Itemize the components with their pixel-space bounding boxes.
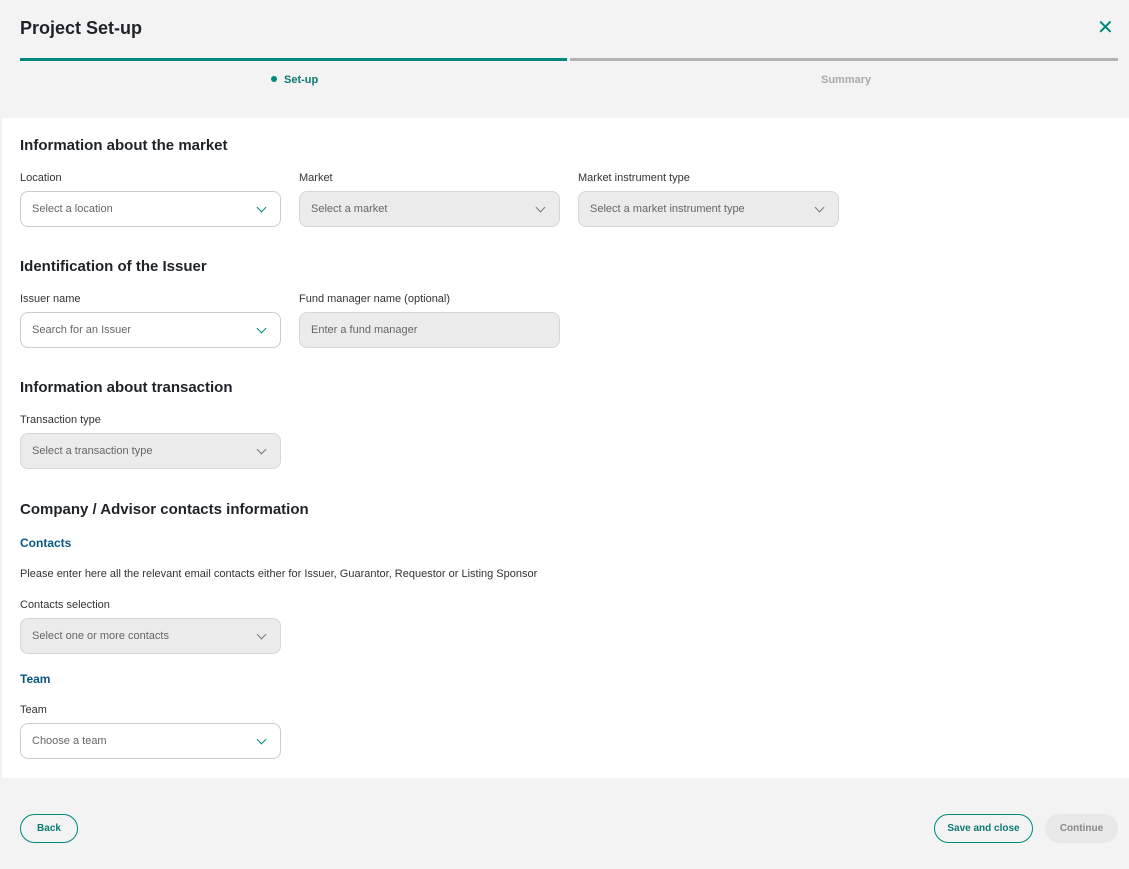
market-placeholder: Select a market xyxy=(311,203,388,215)
contacts-selection-label: Contacts selection xyxy=(20,599,110,611)
section-title-contacts: Company / Advisor contacts information xyxy=(20,501,309,518)
market-select[interactable]: Select a market xyxy=(299,191,560,227)
location-label: Location xyxy=(20,172,62,184)
step-progress-setup xyxy=(20,58,567,61)
back-button[interactable]: Back xyxy=(20,814,78,843)
market-label: Market xyxy=(299,172,333,184)
section-title-transaction: Information about transaction xyxy=(20,379,233,396)
instrument-type-select[interactable]: Select a market instrument type xyxy=(578,191,839,227)
page-title: Project Set-up xyxy=(20,18,143,38)
step-setup[interactable]: Set-up xyxy=(271,74,318,86)
contacts-description: Please enter here all the relevant email… xyxy=(20,568,538,580)
step-progress-summary xyxy=(570,58,1118,61)
location-placeholder: Select a location xyxy=(32,203,113,215)
continue-button[interactable]: Continue xyxy=(1045,814,1118,843)
step-summary[interactable]: Summary xyxy=(821,74,871,86)
issuer-label: Issuer name xyxy=(20,293,81,305)
fund-manager-placeholder: Enter a fund manager xyxy=(311,324,418,336)
chevron-down-icon xyxy=(814,202,825,212)
issuer-select[interactable]: Search for an Issuer xyxy=(20,312,281,348)
section-title-market: Information about the market xyxy=(20,137,228,154)
close-icon[interactable]: ✕ xyxy=(1097,18,1114,38)
instrument-label: Market instrument type xyxy=(578,172,690,184)
contacts-select[interactable]: Select one or more contacts xyxy=(20,618,281,654)
chevron-down-icon xyxy=(256,444,267,454)
active-dot-icon xyxy=(271,76,277,82)
fund-manager-label: Fund manager name (optional) xyxy=(299,293,451,305)
instrument-placeholder: Select a market instrument type xyxy=(590,203,745,215)
transaction-type-label: Transaction type xyxy=(20,414,101,426)
chevron-down-icon xyxy=(256,734,267,744)
location-select[interactable]: Select a location xyxy=(20,191,281,227)
subsection-contacts: Contacts xyxy=(20,536,72,550)
save-and-close-button[interactable]: Save and close xyxy=(934,814,1033,843)
transaction-type-select[interactable]: Select a transaction type xyxy=(20,433,281,469)
contacts-placeholder: Select one or more contacts xyxy=(32,630,169,642)
team-placeholder: Choose a team xyxy=(32,735,107,747)
subsection-team: Team xyxy=(20,672,51,686)
chevron-down-icon xyxy=(535,202,546,212)
chevron-down-icon xyxy=(256,629,267,639)
chevron-down-icon xyxy=(256,202,267,212)
team-select[interactable]: Choose a team xyxy=(20,723,281,759)
transaction-placeholder: Select a transaction type xyxy=(32,445,153,457)
section-title-issuer: Identification of the Issuer xyxy=(20,258,207,275)
chevron-down-icon xyxy=(256,323,267,333)
fund-manager-input[interactable]: Enter a fund manager xyxy=(299,312,560,348)
team-label: Team xyxy=(20,704,47,716)
issuer-placeholder: Search for an Issuer xyxy=(32,324,132,336)
